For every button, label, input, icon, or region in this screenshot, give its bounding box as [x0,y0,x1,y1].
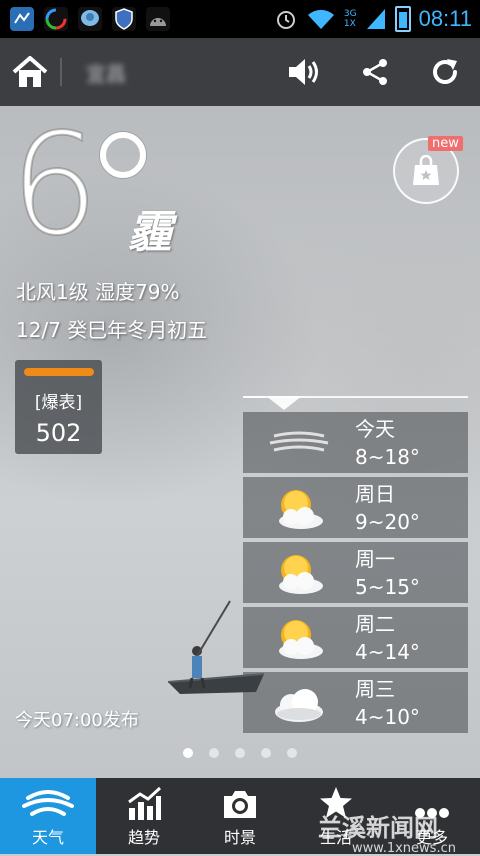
page-indicator [183,748,297,758]
forecast-day: 周一 [355,546,395,571]
forecast-row[interactable]: 周一 5~15° [243,542,468,603]
aqi-value: 502 [35,419,82,447]
weather-icon [22,790,74,816]
haze-icon [243,412,355,473]
nav-label: 时景 [223,828,256,847]
weather-main[interactable]: 6 霾 北风1级 湿度79% 12/7 癸巳年冬月初五 new [爆表] 502 [0,106,480,778]
nav-scenery[interactable]: 时景 [192,778,288,854]
app-header: 宜昌 [0,38,480,106]
aqi-color-bar [23,368,94,376]
forecast-day: 周三 [355,676,395,701]
home-button[interactable] [0,38,60,106]
forecast-range: 5~15° [355,574,420,599]
watermark-name: 兰溪新闻网 [318,814,438,842]
forecast-row[interactable]: 周三 4~10° [243,672,468,733]
app-icon-2 [44,7,68,31]
forecast-row[interactable]: 周日 9~20° [243,477,468,538]
forecast-range: 9~20° [355,509,420,534]
forecast-row[interactable]: 周二 4~14° [243,607,468,668]
nav-label: 天气 [31,828,64,847]
page-dot[interactable] [261,748,271,758]
current-temperature: 6 [9,106,100,267]
trend-icon [128,786,162,820]
volume-icon [289,59,318,85]
share-button[interactable] [340,38,410,106]
refresh-icon [433,59,457,84]
header-actions [270,38,480,106]
wind-humidity: 北风1级 湿度79% [16,280,180,304]
page-dot[interactable] [235,748,245,758]
wifi-icon [307,9,334,29]
forecast-list: 今天 8~18° 周日 9~20° 周一 5~15° 周二 4~14° 周三 4… [243,412,468,737]
forecast-day: 今天 [355,416,395,441]
forecast-day: 周日 [355,481,395,506]
status-bar: 3G 1X 08:11 [0,0,480,38]
header-divider [60,58,62,86]
share-icon [363,59,387,85]
shopping-bag-icon [413,155,439,185]
camera-icon [224,791,256,818]
page-dot[interactable] [287,748,297,758]
alarm-icon [276,11,295,29]
app-icon-3 [78,7,102,31]
forecast-divider-left [243,396,265,398]
nav-label: 趋势 [127,828,160,847]
network-type-label: 3G 1X [343,9,357,29]
refresh-button[interactable] [410,38,480,106]
nav-trend[interactable]: 趋势 [96,778,192,854]
clock: 08:11 [418,6,472,31]
forecast-arrow [266,396,302,410]
forecast-range: 4~10° [355,704,420,729]
nav-weather[interactable]: 天气 [0,778,96,854]
forecast-range: 4~14° [355,639,420,664]
partly-cloudy-icon [243,542,355,603]
publish-time: 今天07:00发布 [15,710,139,731]
city-name[interactable]: 宜昌 [86,58,126,87]
new-tag: new [428,136,463,151]
page-dot[interactable] [209,748,219,758]
current-condition: 霾 [128,207,172,258]
partly-cloudy-icon [243,477,355,538]
shield-icon [112,7,136,31]
battery-icon [394,6,411,32]
aqi-level: [爆表] [34,393,83,413]
voice-broadcast-button[interactable] [270,38,340,106]
degree-symbol [100,132,146,178]
home-icon [12,56,48,87]
forecast-row[interactable]: 今天 8~18° [243,412,468,473]
fisherman-boat-image [167,600,265,694]
app-icon-1 [10,7,34,31]
aqi-card[interactable]: [爆表] 502 [15,360,102,454]
signal-icon [366,9,385,29]
forecast-range: 8~18° [355,444,420,469]
page-dot[interactable] [183,748,193,758]
android-icon [146,7,170,31]
forecast-day: 周二 [355,611,395,636]
watermark-logo: 兰溪新闻网 www.1xnews.cn [318,808,456,856]
date-lunar: 12/7 癸巳年冬月初五 [16,318,208,342]
